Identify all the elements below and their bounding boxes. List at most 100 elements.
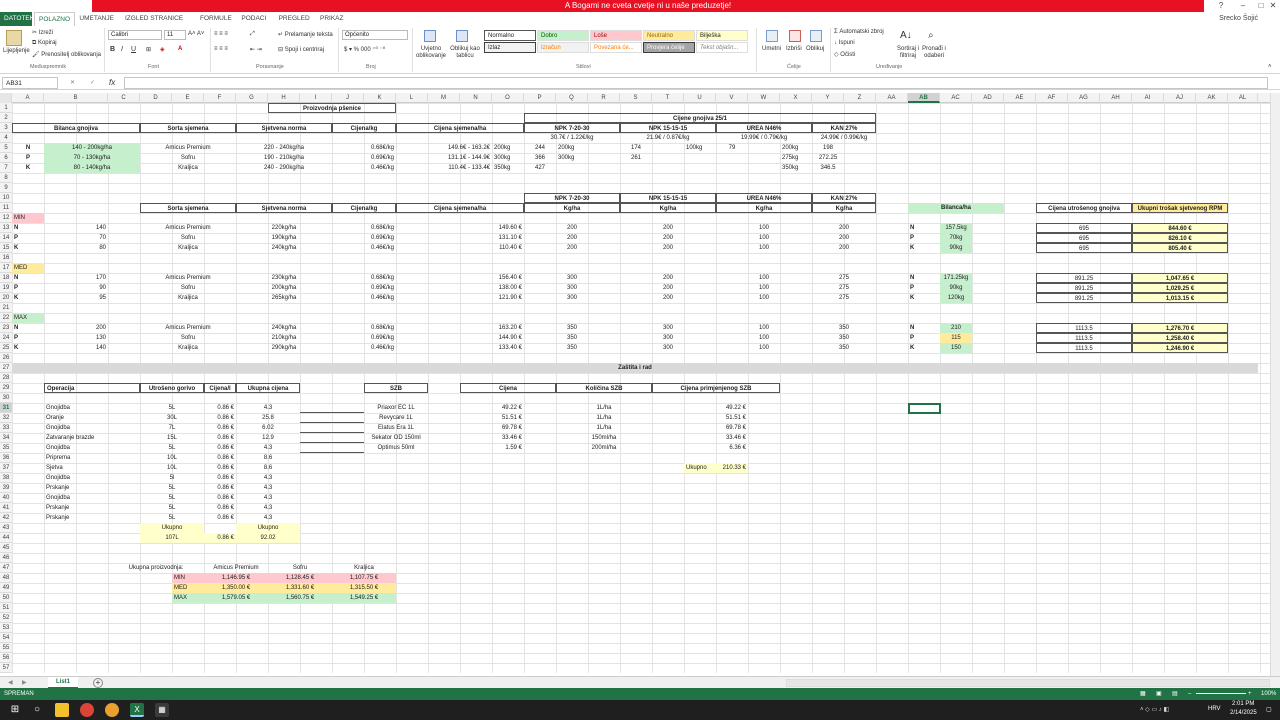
column-header-q[interactable]: Q (556, 93, 588, 103)
cut-button[interactable]: ✂ Izreži (32, 29, 53, 36)
insert-function-icon[interactable]: fx (109, 78, 115, 87)
chrome-icon[interactable] (80, 703, 94, 717)
column-header-al[interactable]: AL (1228, 93, 1258, 103)
row-header-30[interactable]: 30 (0, 393, 12, 403)
clock-date[interactable]: 2/14/2025 (1230, 710, 1257, 716)
style-normal[interactable]: Normalno (484, 30, 536, 41)
format-cells-icon[interactable] (810, 30, 822, 42)
row-header-47[interactable]: 47 (0, 563, 12, 573)
format-table-button[interactable]: Oblikuj kao tablicu (448, 46, 482, 60)
align-top-icon[interactable]: ≡ ≡ ≡ (214, 31, 228, 37)
row-header-42[interactable]: 42 (0, 513, 12, 523)
sort-filter-button[interactable]: Sortiraj i filtriraj (896, 46, 920, 60)
row-header-19[interactable]: 19 (0, 283, 12, 293)
cancel-icon[interactable]: ✕ (70, 79, 75, 86)
column-header-b[interactable]: B (44, 93, 108, 103)
row-header-15[interactable]: 15 (0, 243, 12, 253)
excel-taskbar-icon[interactable]: X (130, 703, 144, 717)
page-break-icon[interactable]: ▤ (1172, 688, 1178, 700)
chrome-icon-2[interactable] (105, 703, 119, 717)
row-header-16[interactable]: 16 (0, 253, 12, 263)
row-header-26[interactable]: 26 (0, 353, 12, 363)
align-left-icon[interactable]: ≡ ≡ ≡ (214, 46, 228, 52)
name-box[interactable]: AB31 (2, 77, 58, 89)
row-header-39[interactable]: 39 (0, 483, 12, 493)
autosum-button[interactable]: Σ Automatski zbroj (834, 29, 884, 35)
active-cell[interactable] (908, 403, 941, 414)
row-header-21[interactable]: 21 (0, 303, 12, 313)
row-header-35[interactable]: 35 (0, 443, 12, 453)
format-table-icon[interactable] (456, 30, 468, 42)
sort-filter-icon[interactable]: A↓ (900, 30, 912, 41)
row-header-46[interactable]: 46 (0, 553, 12, 563)
column-header-a[interactable]: A (12, 93, 44, 103)
column-header-h[interactable]: H (268, 93, 300, 103)
enter-icon[interactable]: ✓ (90, 79, 95, 86)
help-icon[interactable]: ? (1210, 0, 1232, 12)
find-select-button[interactable]: Pronađi i odaberi (920, 46, 948, 60)
style-explanatory[interactable]: Tekst objašn... (696, 42, 748, 53)
column-header-z[interactable]: Z (844, 93, 876, 103)
formula-input[interactable] (124, 77, 1268, 89)
format-painter-button[interactable]: 🖌 Prenositelj oblikovanja (32, 51, 101, 58)
row-header-8[interactable]: 8 (0, 173, 12, 183)
select-all-corner[interactable] (0, 93, 12, 103)
row-header-50[interactable]: 50 (0, 593, 12, 603)
row-header-34[interactable]: 34 (0, 433, 12, 443)
row-header-56[interactable]: 56 (0, 653, 12, 663)
underline-button[interactable]: U (131, 46, 136, 53)
row-header-25[interactable]: 25 (0, 343, 12, 353)
row-header-38[interactable]: 38 (0, 473, 12, 483)
tab-podaci[interactable]: PODACI (237, 12, 270, 26)
collapse-ribbon-icon[interactable]: ˄ (1268, 64, 1272, 70)
conditional-format-button[interactable]: Uvjetno oblikovanje (414, 46, 448, 60)
row-header-17[interactable]: 17 (0, 263, 12, 273)
tab-umetanje[interactable]: UMETANJE (75, 12, 118, 26)
column-header-aa[interactable]: AA (876, 93, 908, 103)
notification-icon[interactable]: ▢ (1266, 706, 1272, 713)
row-header-41[interactable]: 41 (0, 503, 12, 513)
column-header-k[interactable]: K (364, 93, 396, 103)
row-header-2[interactable]: 2 (0, 113, 12, 123)
paste-button[interactable]: Lijepljenje (3, 48, 30, 54)
tab-pregled[interactable]: PREGLED (275, 12, 314, 26)
tab-file[interactable]: DATOTEKA (0, 12, 38, 26)
indent-icon[interactable]: ⇤ ⇥ (250, 46, 262, 53)
conditional-format-icon[interactable] (424, 30, 436, 42)
wrap-text-button[interactable]: ↵ Prelamanje teksta (278, 31, 333, 38)
column-header-g[interactable]: G (236, 93, 268, 103)
normal-view-icon[interactable]: ▦ (1140, 688, 1146, 700)
next-sheet-icon[interactable]: ▶ (22, 679, 27, 686)
language-indicator[interactable]: HRV (1208, 706, 1221, 712)
merge-center-button[interactable]: ⊟ Spoji i centriraj (278, 46, 324, 53)
row-header-22[interactable]: 22 (0, 313, 12, 323)
column-header-x[interactable]: X (780, 93, 812, 103)
row-header-14[interactable]: 14 (0, 233, 12, 243)
tray-icons[interactable]: ˄ ◇ ▭ ♪ ◧ (1140, 706, 1169, 713)
row-header-40[interactable]: 40 (0, 493, 12, 503)
prev-sheet-icon[interactable]: ◀ (8, 679, 13, 686)
column-header-m[interactable]: M (428, 93, 460, 103)
column-header-e[interactable]: E (172, 93, 204, 103)
row-header-48[interactable]: 48 (0, 573, 12, 583)
row-header-53[interactable]: 53 (0, 623, 12, 633)
column-header-j[interactable]: J (332, 93, 364, 103)
column-header-ag[interactable]: AG (1068, 93, 1100, 103)
row-header-28[interactable]: 28 (0, 373, 12, 383)
row-header-44[interactable]: 44 (0, 533, 12, 543)
column-header-aj[interactable]: AJ (1164, 93, 1196, 103)
style-output[interactable]: Izlaz (484, 42, 536, 53)
find-select-icon[interactable]: ⌕ (928, 30, 934, 41)
row-header-33[interactable]: 33 (0, 423, 12, 433)
horizontal-scrollbar[interactable] (786, 679, 1270, 687)
font-size-select[interactable]: 11 (164, 30, 186, 40)
file-explorer-icon[interactable] (55, 703, 69, 717)
search-icon[interactable]: ○ (30, 703, 44, 717)
row-header-11[interactable]: 11 (0, 203, 12, 213)
grow-font-icon[interactable]: A˄ A˅ (188, 31, 204, 37)
column-header-ah[interactable]: AH (1100, 93, 1132, 103)
row-header-7[interactable]: 7 (0, 163, 12, 173)
tab-prikaz[interactable]: PRIKAZ (316, 12, 347, 26)
zoom-level[interactable]: 100% (1261, 688, 1276, 700)
column-header-i[interactable]: I (300, 93, 332, 103)
